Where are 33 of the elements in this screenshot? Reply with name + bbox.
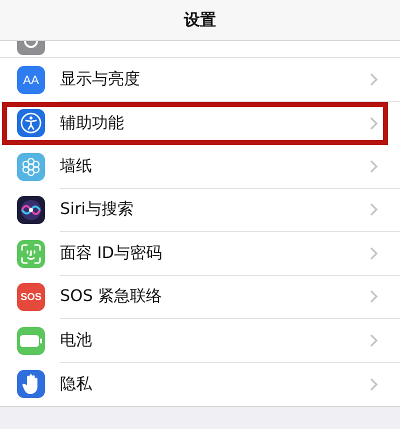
row-label: 隐私 [60,374,92,395]
sos-icon: SOS [17,283,45,312]
siri-icon [17,196,45,224]
chevron-icon [370,290,378,304]
chevron-icon [370,116,378,130]
settings-row[interactable]: 辅助功能 [2,102,388,145]
row-label: SOS 紧急联络 [60,286,162,308]
row-label: 面容 ID与密码 [60,242,162,264]
battery-icon [17,326,45,355]
flower-icon [17,152,45,181]
accessibility-icon [17,109,45,138]
row-label: 墙纸 [60,156,92,177]
settings-row[interactable]: AA 显示与亮度 [0,58,400,102]
settings-row[interactable]: 电池 [0,319,400,362]
chevron-icon [370,72,378,86]
row-label: 显示与亮度 [60,68,140,90]
chevron-icon [370,246,378,260]
window-title: 设置 [184,10,216,30]
chevron-icon [370,334,378,347]
settings-row[interactable]: SOS SOS 紧急联络 [0,276,400,319]
text-size-icon: AA [17,66,45,94]
row-label: 电池 [60,330,92,351]
chevron-icon [370,203,378,216]
settings-row[interactable]: 隐私 [0,362,400,406]
face-icon [17,240,45,268]
chevron-icon [370,160,378,173]
row-label: Siri与搜索 [60,199,134,220]
chevron-icon [370,378,378,391]
settings-row[interactable]: 墙纸 [0,145,400,188]
settings-row[interactable]: 面容 ID与密码 [0,232,400,276]
settings-row[interactable]: Siri与搜索 [0,188,400,232]
row-label: 辅助功能 [60,112,124,134]
hand-icon [17,370,45,398]
